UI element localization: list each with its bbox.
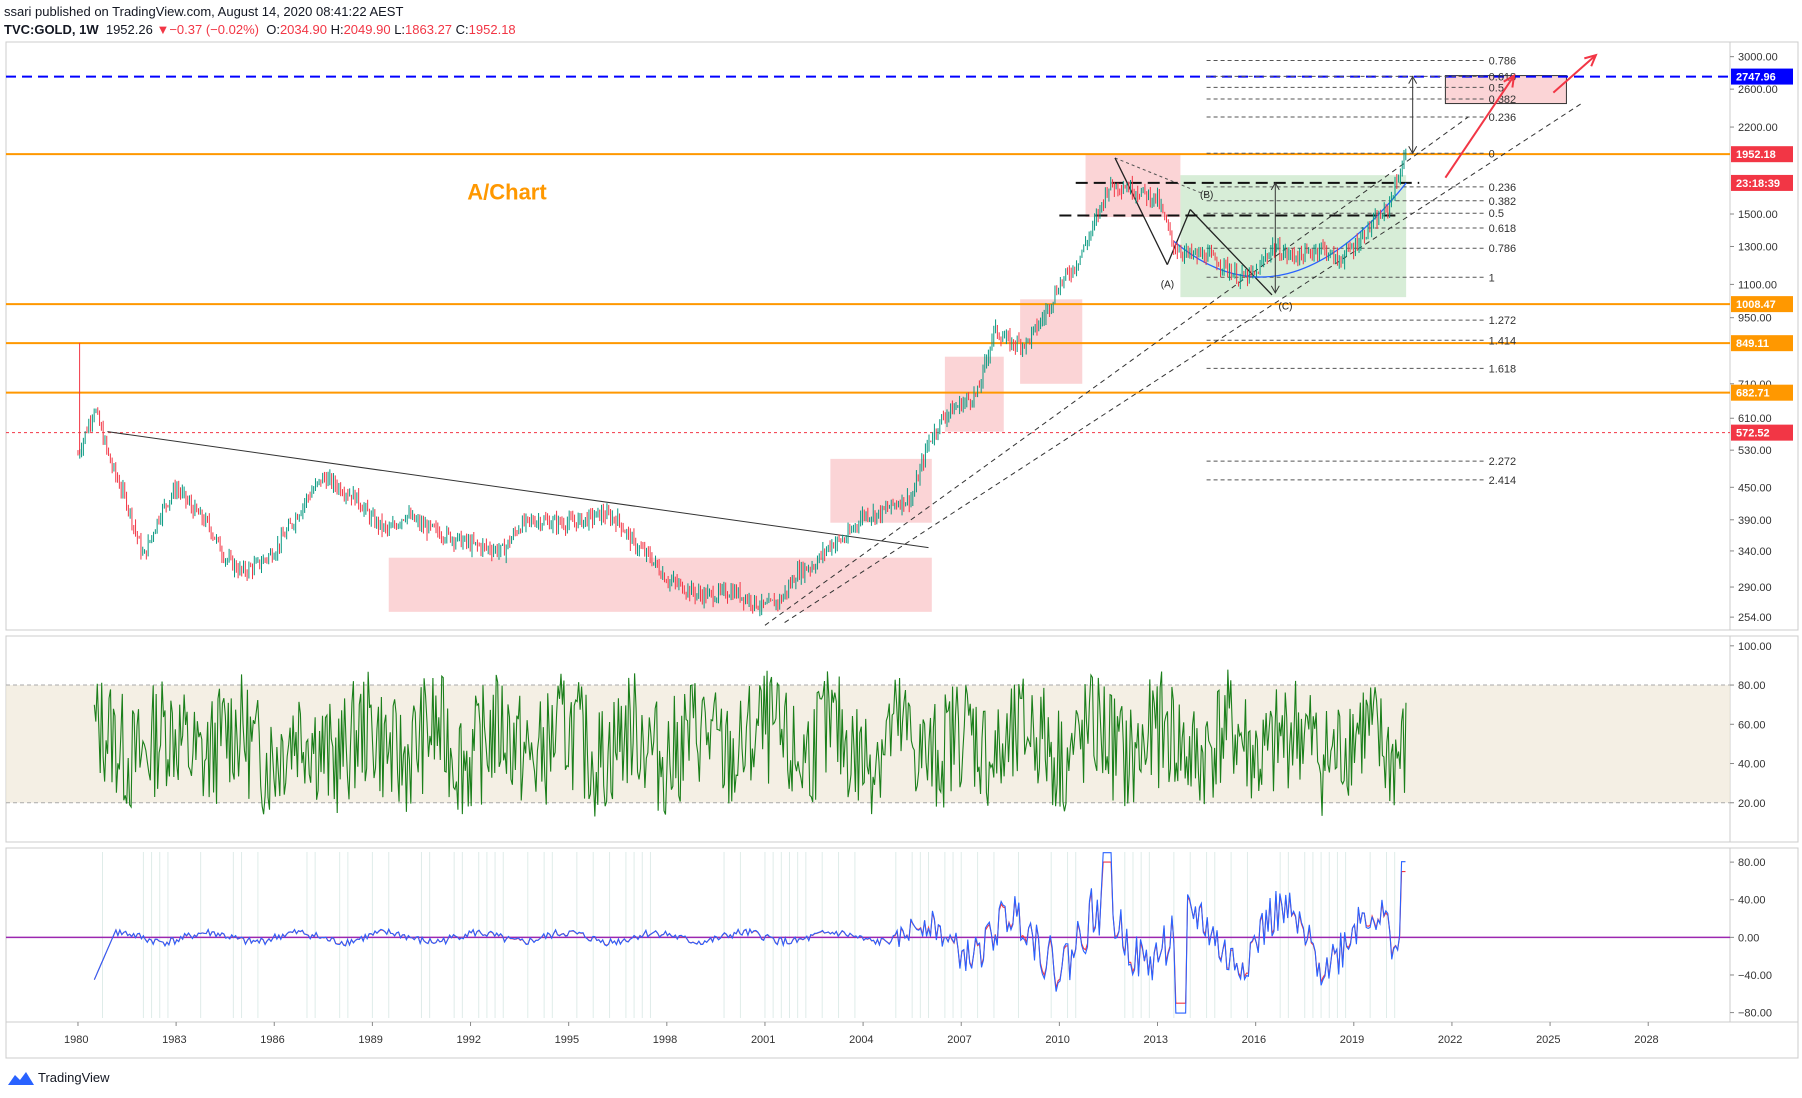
highlight-zone	[1180, 175, 1407, 298]
chart-label: A/Chart	[467, 179, 547, 204]
symbol-name[interactable]: TVC:GOLD, 1W	[4, 22, 99, 37]
fib-lower-label: 1.272	[1489, 315, 1517, 327]
change-arrow: ▼	[156, 22, 170, 37]
macd-tick-label: −40.00	[1738, 970, 1772, 982]
price-tick-label: 530.00	[1738, 445, 1772, 457]
fib-lower-label: 0.5	[1489, 208, 1504, 220]
fib-lower-label: 2.272	[1489, 456, 1517, 468]
price-tick-label: 610.00	[1738, 413, 1772, 425]
wave-label: (B)	[1200, 190, 1213, 201]
fib-lower-label: 1.414	[1489, 335, 1517, 347]
macd-tick-label: 80.00	[1738, 857, 1766, 869]
fib-lower-label: 0.618	[1489, 223, 1517, 235]
time-tick-label: 1998	[653, 1034, 677, 1046]
low-value: 1863.27	[405, 22, 453, 37]
price-tick-label: 390.00	[1738, 515, 1772, 527]
oscillator-pane: 100.00 80.00 60.00 40.00 20.00	[5, 635, 1799, 843]
time-tick-label: 2004	[849, 1034, 873, 1046]
oscillator-tick-label: 100.00	[1738, 641, 1772, 653]
fib-upper-label: 0.786	[1489, 55, 1517, 67]
fib-upper-label: 0.382	[1489, 94, 1517, 106]
tradingview-logo-icon	[8, 1071, 34, 1085]
time-tick-label: 2013	[1144, 1034, 1168, 1046]
macd-pane: 80.00 40.00 0.00 −40.00 −80.00	[5, 847, 1799, 1023]
open-value: 2034.90	[279, 22, 327, 37]
oscillator-tick-label: 40.00	[1738, 759, 1766, 771]
price-badge-label: 572.52	[1736, 428, 1770, 440]
time-tick-label: 2016	[1242, 1034, 1266, 1046]
fib-upper-label: 0	[1489, 148, 1495, 160]
fib-lower-label: 2.414	[1489, 475, 1517, 487]
oscillator-tick-label: 60.00	[1738, 719, 1766, 731]
last-price: 1952.26	[105, 22, 153, 37]
macd-tick-label: 40.00	[1738, 895, 1766, 907]
oscillator-tick-label: 80.00	[1738, 680, 1766, 692]
oscillator-band	[6, 685, 1730, 803]
time-axis: 1980 1983 1986 1989 1992 1995 1998 2001 2004 2007…	[5, 1021, 1799, 1059]
price-tick-label: 2600.00	[1738, 84, 1778, 96]
time-tick-label: 1980	[64, 1034, 88, 1046]
price-pane-frame	[5, 41, 1799, 631]
close-label: C:	[455, 22, 469, 37]
price-badge-label: 1952.18	[1736, 149, 1776, 161]
time-tick-label: 1989	[358, 1034, 382, 1046]
price-tick-label: 340.00	[1738, 546, 1772, 558]
price-badge-label: 23:18:39	[1736, 178, 1780, 190]
price-badge-label: 849.11	[1736, 338, 1769, 350]
change-value: −0.37 (−0.02%)	[169, 22, 259, 37]
time-tick-label: 2025	[1536, 1034, 1560, 1046]
price-tick-label: 450.00	[1738, 482, 1772, 494]
fib-upper-label: 0.236	[1489, 112, 1517, 124]
highlight-zone	[388, 557, 932, 612]
fib-lower-label: 0.236	[1489, 182, 1517, 194]
macd-tick-label: 0.00	[1738, 932, 1759, 944]
price-badge-label: 2747.96	[1736, 72, 1776, 84]
price-pane: 0.7860.6180.50.3820.23600.2360.3820.50.6…	[5, 41, 1799, 631]
publish-info: ssari published on TradingView.com, Augu…	[4, 4, 403, 19]
time-tick-label: 2010	[1045, 1034, 1069, 1046]
fib-lower-label: 0.382	[1489, 196, 1517, 208]
price-tick-label: 254.00	[1738, 612, 1772, 624]
wave-label: (A)	[1161, 280, 1174, 291]
price-badge-label: 1008.47	[1736, 299, 1776, 311]
time-tick-label: 2007	[947, 1034, 971, 1046]
price-tick-label: 1100.00	[1738, 279, 1777, 291]
price-tick-label: 3000.00	[1738, 52, 1778, 64]
price-tick-label: 2200.00	[1738, 122, 1778, 134]
high-label: H:	[330, 22, 344, 37]
close-value: 1952.18	[468, 22, 516, 37]
time-tick-label: 1986	[260, 1034, 284, 1046]
ohlc-legend: TVC:GOLD, 1W 1952.26 ▼−0.37 (−0.02%) O:2…	[4, 22, 516, 37]
time-tick-label: 1992	[457, 1034, 481, 1046]
publisher-text: ssari published on TradingView.com, Augu…	[4, 4, 404, 19]
high-value: 2049.90	[343, 22, 391, 37]
fib-lower-label: 1	[1489, 272, 1495, 284]
price-tick-label: 1300.00	[1738, 241, 1778, 253]
price-tick-label: 950.00	[1738, 313, 1772, 325]
fib-lower-label: 0.786	[1489, 243, 1517, 255]
fib-lower-label: 1.618	[1489, 363, 1517, 375]
time-tick-label: 2022	[1438, 1034, 1462, 1046]
chart-canvas: 0.7860.6180.50.3820.23600.2360.3820.50.6…	[5, 41, 1799, 1059]
footer-brand[interactable]: TradingView	[8, 1070, 110, 1085]
price-tick-label: 1500.00	[1738, 209, 1778, 221]
brand-name: TradingView	[38, 1070, 110, 1085]
price-tick-label: 290.00	[1738, 582, 1772, 594]
oscillator-tick-label: 20.00	[1738, 798, 1766, 810]
time-tick-label: 2001	[751, 1034, 775, 1046]
low-label: L:	[394, 22, 406, 37]
time-tick-label: 1983	[162, 1034, 186, 1046]
open-label: O:	[266, 22, 280, 37]
macd-tick-label: −80.00	[1738, 1008, 1772, 1020]
wave-label: (C)	[1279, 301, 1293, 312]
time-tick-label: 2019	[1340, 1034, 1364, 1046]
time-tick-label: 1995	[555, 1034, 579, 1046]
time-tick-label: 2028	[1634, 1034, 1658, 1046]
price-badge-label: 682.71	[1736, 388, 1770, 400]
